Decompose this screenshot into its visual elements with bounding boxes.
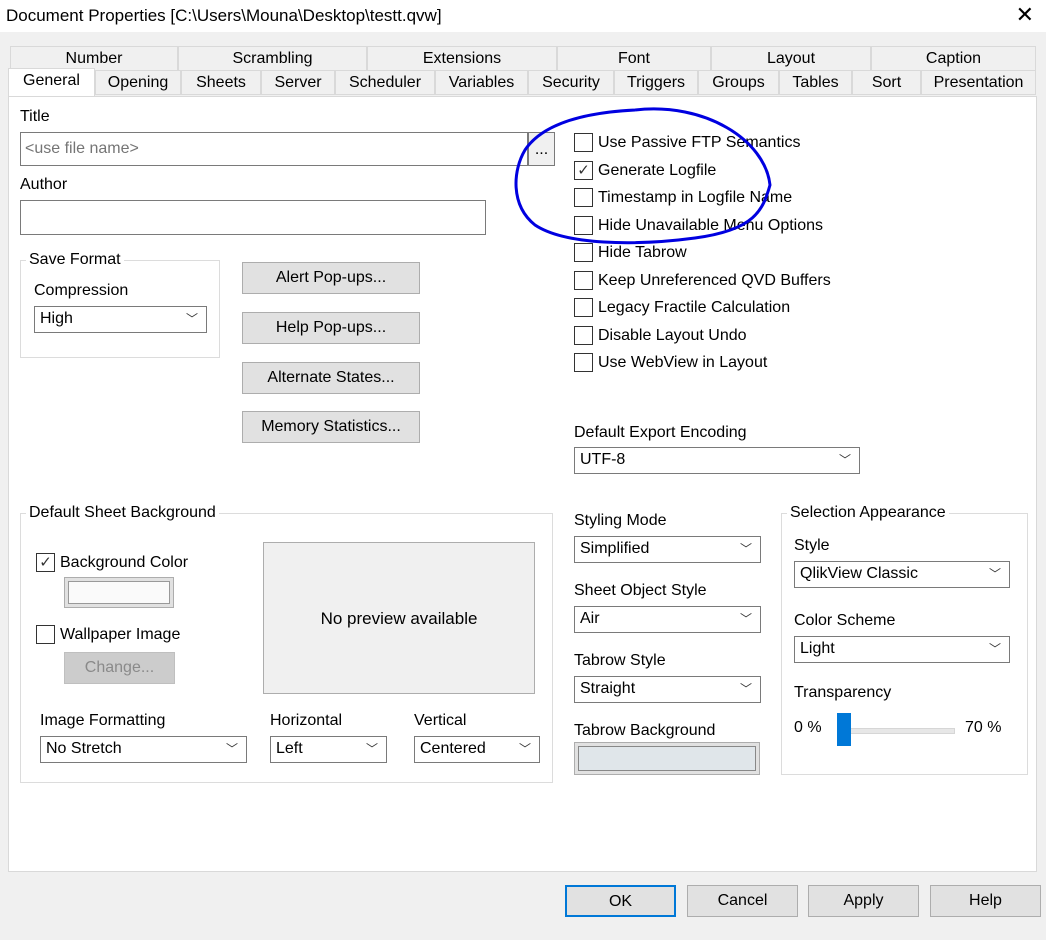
chevron-down-icon: ﹀ xyxy=(988,567,1001,581)
chevron-down-icon: ﹀ xyxy=(225,742,238,756)
styling-mode-select[interactable]: Simplified ﹀ xyxy=(574,536,761,563)
checkbox-label: Disable Layout Undo xyxy=(598,326,747,344)
alternate-states-button[interactable]: Alternate States... xyxy=(242,362,420,394)
color-scheme-value: Light xyxy=(800,640,835,657)
image-formatting-select[interactable]: No Stretch ﹀ xyxy=(40,736,247,763)
transparency-label: Transparency xyxy=(794,684,892,701)
checkbox-label: Legacy Fractile Calculation xyxy=(598,299,791,316)
title-input[interactable] xyxy=(20,132,528,166)
memory-statistics-button[interactable]: Memory Statistics... xyxy=(242,411,420,443)
color-scheme-label: Color Scheme xyxy=(794,612,896,629)
title-bar: Document Properties [C:\Users\Mouna\Desk… xyxy=(0,0,1046,32)
chevron-down-icon: ﹀ xyxy=(838,453,851,467)
chevron-down-icon: ﹀ xyxy=(365,742,378,756)
transparency-slider-thumb[interactable] xyxy=(837,713,851,746)
tab-scrambling[interactable]: Scrambling xyxy=(178,46,367,71)
title-label: Title xyxy=(20,108,50,125)
tab-security[interactable]: Security xyxy=(528,70,614,95)
export-encoding-select[interactable]: UTF-8 ﹀ xyxy=(574,447,860,474)
export-encoding-value: UTF-8 xyxy=(580,451,626,468)
ok-button[interactable]: OK xyxy=(565,885,676,917)
chevron-down-icon: ﹀ xyxy=(739,682,752,696)
tab-triggers[interactable]: Triggers xyxy=(614,70,698,95)
styling-mode-label: Styling Mode xyxy=(574,512,667,529)
close-icon[interactable]: ✕ xyxy=(1016,2,1034,28)
cancel-button[interactable]: Cancel xyxy=(687,885,798,917)
sheet-object-style-select[interactable]: Air ﹀ xyxy=(574,606,761,633)
tabrow-style-select[interactable]: Straight ﹀ xyxy=(574,676,761,703)
selection-appearance-label: Selection Appearance xyxy=(787,504,949,522)
tab-font[interactable]: Font xyxy=(557,46,711,71)
sheet-object-style-label: Sheet Object Style xyxy=(574,582,707,599)
checkbox-7[interactable] xyxy=(574,325,593,345)
horizontal-select[interactable]: Left ﹀ xyxy=(270,736,387,763)
wallpaper-image-label: Wallpaper Image xyxy=(60,626,181,643)
transparency-track[interactable] xyxy=(840,728,955,734)
tab-sort[interactable]: Sort xyxy=(852,70,921,95)
tab-extensions[interactable]: Extensions xyxy=(367,46,557,71)
chevron-down-icon: ﹀ xyxy=(739,542,752,556)
background-color-button[interactable] xyxy=(64,577,174,608)
author-label: Author xyxy=(20,176,68,193)
chevron-down-icon: ﹀ xyxy=(518,742,531,756)
tab-presentation[interactable]: Presentation xyxy=(921,70,1036,95)
tab-general[interactable]: General xyxy=(8,68,95,96)
horizontal-value: Left xyxy=(276,740,303,757)
export-encoding-label: Default Export Encoding xyxy=(574,424,747,441)
color-scheme-select[interactable]: Light ﹀ xyxy=(794,636,1010,663)
tabrow-background-button[interactable] xyxy=(574,742,760,775)
chevron-down-icon: ﹀ xyxy=(988,642,1001,656)
checkbox-5[interactable] xyxy=(574,270,593,290)
tabrow-style-value: Straight xyxy=(580,680,636,697)
sheet-background-label: Default Sheet Background xyxy=(26,504,219,522)
help-pop-ups-button[interactable]: Help Pop-ups... xyxy=(242,312,420,344)
selection-style-value: QlikView Classic xyxy=(800,565,918,582)
preview-area: No preview available xyxy=(263,542,535,694)
tabrow-background-label: Tabrow Background xyxy=(574,722,716,739)
compression-value: High xyxy=(40,310,73,327)
image-formatting-value: No Stretch xyxy=(46,740,122,757)
checkbox-6[interactable] xyxy=(574,298,593,317)
vertical-value: Centered xyxy=(420,740,486,757)
vertical-select[interactable]: Centered ﹀ xyxy=(414,736,540,763)
transparency-min: 0 % xyxy=(794,719,822,736)
chevron-down-icon: ﹀ xyxy=(185,312,198,326)
compression-label: Compression xyxy=(34,282,129,299)
window-title: Document Properties [C:\Users\Mouna\Desk… xyxy=(6,6,442,25)
checkbox-label: Use WebView in Layout xyxy=(598,354,768,371)
tab-variables[interactable]: Variables xyxy=(435,70,528,95)
selection-style-select[interactable]: QlikView Classic ﹀ xyxy=(794,561,1010,588)
tab-groups[interactable]: Groups xyxy=(698,70,779,95)
image-formatting-label: Image Formatting xyxy=(40,712,166,729)
change-wallpaper-button[interactable]: Change... xyxy=(64,652,175,684)
transparency-max: 70 % xyxy=(965,719,1002,736)
annotation-circle xyxy=(514,107,772,245)
chevron-down-icon: ﹀ xyxy=(739,612,752,626)
compression-select[interactable]: High ﹀ xyxy=(34,306,207,333)
author-input[interactable] xyxy=(20,200,486,235)
horizontal-label: Horizontal xyxy=(270,712,343,729)
tab-caption[interactable]: Caption xyxy=(871,46,1036,71)
apply-button[interactable]: Apply xyxy=(808,885,919,917)
wallpaper-image-checkbox[interactable] xyxy=(36,625,55,644)
save-format-label: Save Format xyxy=(26,251,124,269)
help-button[interactable]: Help xyxy=(930,885,1041,917)
tabrow-style-label: Tabrow Style xyxy=(574,652,666,669)
background-color-checkbox[interactable]: ✓ xyxy=(36,553,55,572)
tab-tables[interactable]: Tables xyxy=(779,70,852,95)
tab-scheduler[interactable]: Scheduler xyxy=(335,70,435,95)
vertical-label: Vertical xyxy=(414,712,467,729)
tab-server[interactable]: Server xyxy=(261,70,335,95)
tab-opening[interactable]: Opening xyxy=(95,70,181,95)
tab-sheets[interactable]: Sheets xyxy=(181,70,261,95)
checkbox-8[interactable] xyxy=(574,353,593,372)
alert-pop-ups-button[interactable]: Alert Pop-ups... xyxy=(242,262,420,294)
background-color-label: Background Color xyxy=(60,554,189,571)
style-label: Style xyxy=(794,537,830,554)
sheet-object-style-value: Air xyxy=(580,610,600,627)
styling-mode-value: Simplified xyxy=(580,540,650,557)
checkbox-label: Keep Unreferenced QVD Buffers xyxy=(598,271,831,289)
tab-layout[interactable]: Layout xyxy=(711,46,871,71)
